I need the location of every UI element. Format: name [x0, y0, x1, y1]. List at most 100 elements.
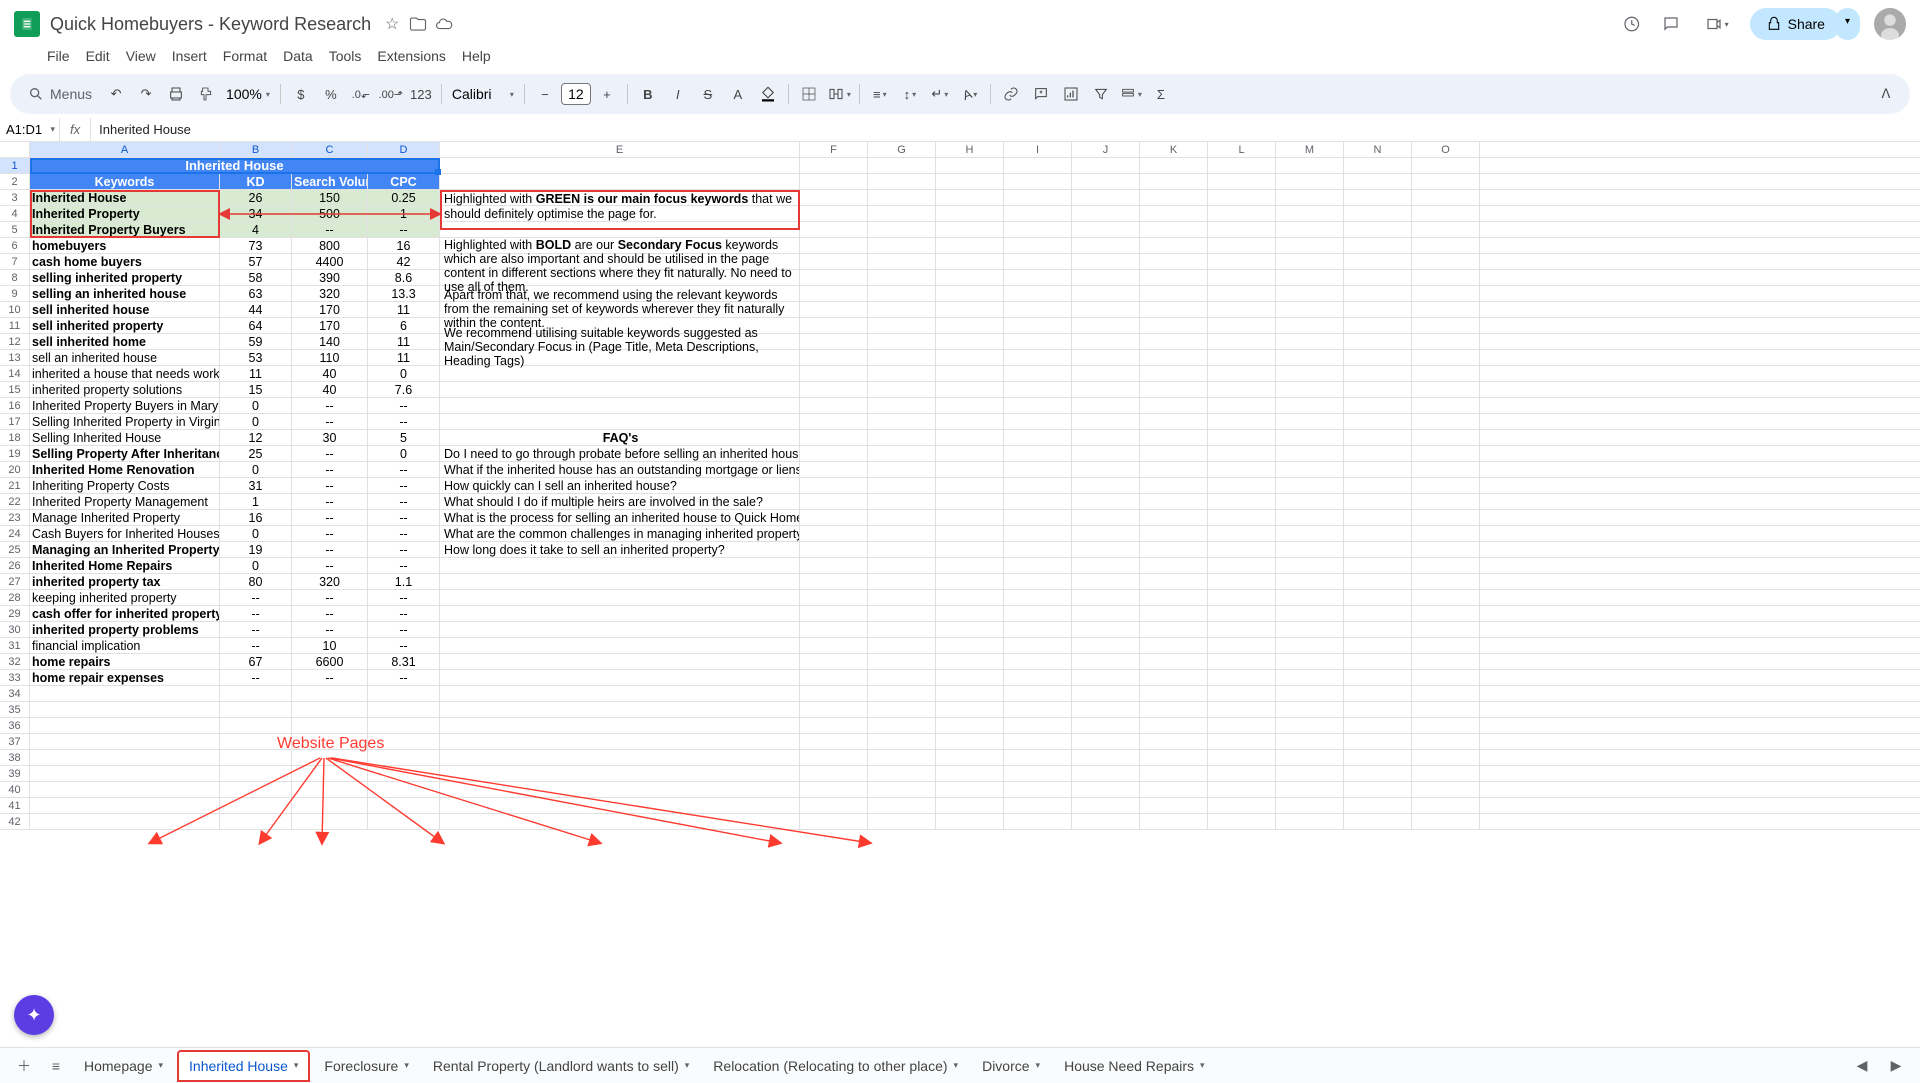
- cell[interactable]: [1412, 670, 1480, 685]
- cell[interactable]: [1208, 382, 1276, 397]
- cell[interactable]: [936, 702, 1004, 717]
- row-header[interactable]: 9: [0, 286, 30, 301]
- cell[interactable]: 11: [368, 350, 440, 365]
- cell[interactable]: [292, 702, 368, 717]
- cell[interactable]: --: [368, 670, 440, 685]
- cell[interactable]: [1140, 462, 1208, 477]
- cell[interactable]: [1276, 222, 1344, 237]
- cell[interactable]: [1004, 750, 1072, 765]
- cell[interactable]: [1276, 366, 1344, 381]
- row-header[interactable]: 30: [0, 622, 30, 637]
- cell[interactable]: [936, 366, 1004, 381]
- cell[interactable]: [1004, 222, 1072, 237]
- row-header[interactable]: 29: [0, 606, 30, 621]
- cell[interactable]: --: [292, 478, 368, 493]
- row-header[interactable]: 5: [0, 222, 30, 237]
- cell[interactable]: [1412, 414, 1480, 429]
- cell[interactable]: inherited property tax: [30, 574, 220, 589]
- cell[interactable]: [936, 798, 1004, 813]
- cell[interactable]: [1344, 318, 1412, 333]
- cell[interactable]: [1004, 190, 1072, 205]
- cell[interactable]: [800, 238, 868, 253]
- row-header[interactable]: 25: [0, 542, 30, 557]
- cell[interactable]: [868, 302, 936, 317]
- cell[interactable]: 63: [220, 286, 292, 301]
- sheet-tab-foreclosure[interactable]: Foreclosure▾: [314, 1050, 418, 1082]
- cell[interactable]: [1140, 686, 1208, 701]
- cell[interactable]: 8.31: [368, 654, 440, 669]
- cell[interactable]: 42: [368, 254, 440, 269]
- cell[interactable]: [1344, 574, 1412, 589]
- cell[interactable]: [868, 350, 936, 365]
- cell[interactable]: [1072, 318, 1140, 333]
- cell[interactable]: [936, 590, 1004, 605]
- cell[interactable]: [1208, 718, 1276, 733]
- cell[interactable]: [1344, 782, 1412, 797]
- cell[interactable]: [868, 206, 936, 221]
- cell[interactable]: 0: [220, 398, 292, 413]
- cell[interactable]: [1412, 222, 1480, 237]
- cell[interactable]: [1344, 430, 1412, 445]
- row-header[interactable]: 33: [0, 670, 30, 685]
- cell[interactable]: [1072, 254, 1140, 269]
- cell[interactable]: [936, 814, 1004, 829]
- spreadsheet-grid[interactable]: ABCDEFGHIJKLMNO 1 Inherited House 2 Keyw…: [0, 142, 1920, 1047]
- cell[interactable]: [1412, 814, 1480, 829]
- cell[interactable]: [1412, 350, 1480, 365]
- cell[interactable]: [1208, 350, 1276, 365]
- cell[interactable]: [1208, 622, 1276, 637]
- cell[interactable]: [1208, 446, 1276, 461]
- cell[interactable]: Selling Inherited House: [30, 430, 220, 445]
- cell[interactable]: [800, 430, 868, 445]
- row-header[interactable]: 38: [0, 750, 30, 765]
- cell[interactable]: --: [292, 622, 368, 637]
- cell[interactable]: [1004, 430, 1072, 445]
- cell[interactable]: [220, 718, 292, 733]
- cell[interactable]: [1412, 318, 1480, 333]
- tab-dropdown-icon[interactable]: ▾: [1036, 1060, 1041, 1071]
- cell[interactable]: [936, 654, 1004, 669]
- cell[interactable]: --: [368, 414, 440, 429]
- merged-title-cell[interactable]: Inherited House: [30, 158, 440, 173]
- row-header[interactable]: 26: [0, 558, 30, 573]
- cell[interactable]: sell inherited property: [30, 318, 220, 333]
- decrease-font-button[interactable]: −: [531, 80, 559, 108]
- cell[interactable]: [936, 398, 1004, 413]
- cell[interactable]: selling an inherited house: [30, 286, 220, 301]
- cell[interactable]: [1276, 750, 1344, 765]
- cell[interactable]: [1072, 558, 1140, 573]
- cell[interactable]: [368, 814, 440, 829]
- cell[interactable]: [1412, 478, 1480, 493]
- cell[interactable]: [1072, 302, 1140, 317]
- cell[interactable]: [868, 686, 936, 701]
- wrap-button[interactable]: ↵▾: [926, 80, 954, 108]
- cell[interactable]: [868, 670, 936, 685]
- cell[interactable]: [800, 334, 868, 349]
- cell[interactable]: [1208, 798, 1276, 813]
- cell[interactable]: [1412, 702, 1480, 717]
- cell[interactable]: [868, 766, 936, 781]
- cell[interactable]: [1004, 478, 1072, 493]
- cell[interactable]: 0.25: [368, 190, 440, 205]
- cell[interactable]: [1276, 430, 1344, 445]
- filter-views-button[interactable]: ▾: [1117, 80, 1145, 108]
- cell[interactable]: [1344, 366, 1412, 381]
- cell[interactable]: 34: [220, 206, 292, 221]
- cell[interactable]: [440, 718, 800, 733]
- cell[interactable]: [1072, 366, 1140, 381]
- cell[interactable]: [800, 574, 868, 589]
- cell[interactable]: 6600: [292, 654, 368, 669]
- cell[interactable]: 12: [220, 430, 292, 445]
- cell[interactable]: [1208, 542, 1276, 557]
- cell[interactable]: [936, 574, 1004, 589]
- cell[interactable]: [1344, 750, 1412, 765]
- history-icon[interactable]: [1622, 15, 1640, 33]
- cell[interactable]: FAQ's: [440, 430, 800, 445]
- cell[interactable]: [1344, 478, 1412, 493]
- expand-toolbar-button[interactable]: ᐱ: [1872, 80, 1900, 108]
- row-header[interactable]: 34: [0, 686, 30, 701]
- cell[interactable]: [868, 718, 936, 733]
- avatar[interactable]: [1874, 8, 1906, 40]
- cell[interactable]: [868, 414, 936, 429]
- cell[interactable]: [800, 798, 868, 813]
